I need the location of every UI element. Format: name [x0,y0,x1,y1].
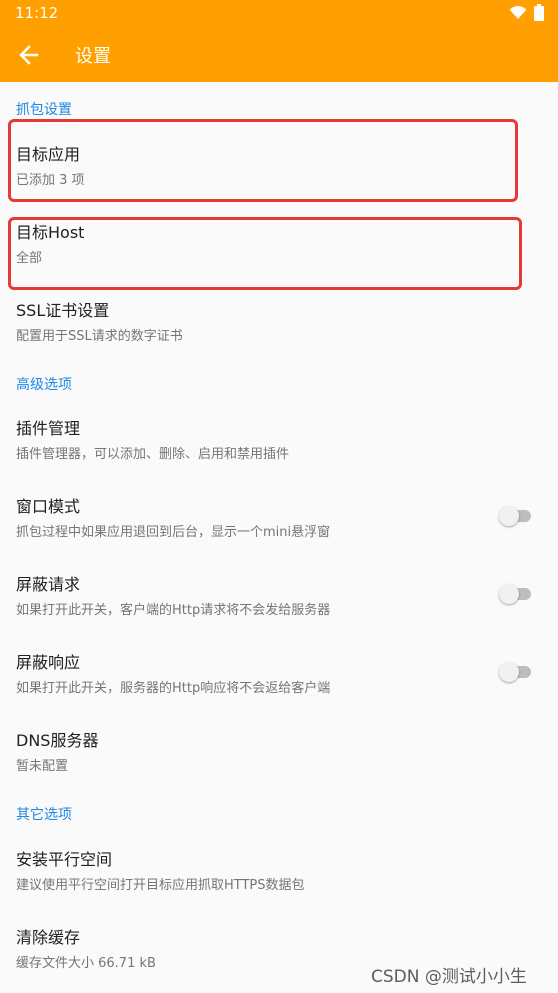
block-request-switch[interactable] [499,583,531,604]
pref-title: 屏蔽请求 [16,575,81,594]
status-time: 11:12 [15,4,59,22]
pref-summary: 缓存文件大小 66.71 kB [16,956,156,971]
pref-ssl-certificate[interactable]: SSL证书设置 配置用于SSL请求的数字证书 [0,297,558,369]
section-header-capture: 抓包设置 [16,102,72,118]
highlight-box-target-host [8,217,522,290]
pref-title: SSL证书设置 [16,301,110,320]
app-bar: 11:12 设置 [0,0,558,82]
pref-title: 窗口模式 [16,497,81,516]
pref-title: 清除缓存 [16,928,81,947]
pref-title: DNS服务器 [16,731,99,750]
section-header-other: 其它选项 [16,807,72,823]
pref-summary: 建议使用平行空间打开目标应用抓取HTTPS数据包 [16,878,305,893]
pref-summary: 配置用于SSL请求的数字证书 [16,329,183,344]
pref-summary: 如果打开此开关，客户端的Http请求将不会发给服务器 [16,603,331,618]
pref-summary: 抓包过程中如果应用退回到后台，显示一个mini悬浮窗 [16,525,331,540]
battery-icon [534,4,544,25]
pref-title: 插件管理 [16,419,81,438]
pref-summary: 如果打开此开关，服务器的Http响应将不会返给客户端 [16,681,331,696]
pref-dns-server[interactable]: DNS服务器 暂未配置 [0,727,558,799]
pref-parallel-space[interactable]: 安装平行空间 建议使用平行空间打开目标应用抓取HTTPS数据包 [0,846,558,918]
back-button[interactable] [14,40,44,70]
block-response-switch[interactable] [499,661,531,682]
arrow-left-icon [19,45,39,65]
watermark: CSDN @测试小小生 [371,967,527,987]
pref-summary: 插件管理器，可以添加、删除、启用和禁用插件 [16,447,290,462]
pref-title: 安装平行空间 [16,850,113,869]
pref-block-response[interactable]: 屏蔽响应 如果打开此开关，服务器的Http响应将不会返给客户端 [0,649,558,721]
pref-plugin-manager[interactable]: 插件管理 插件管理器，可以添加、删除、启用和禁用插件 [0,415,558,487]
section-header-advanced: 高级选项 [16,377,72,393]
wifi-icon [509,5,527,24]
pref-title: 屏蔽响应 [16,653,81,672]
pref-block-request[interactable]: 屏蔽请求 如果打开此开关，客户端的Http请求将不会发给服务器 [0,571,558,643]
status-bar: 11:12 [0,0,558,26]
pref-window-mode[interactable]: 窗口模式 抓包过程中如果应用退回到后台，显示一个mini悬浮窗 [0,493,558,565]
window-mode-switch[interactable] [499,505,531,526]
pref-summary: 暂未配置 [16,759,69,774]
highlight-box-target-app [8,119,518,202]
page-title: 设置 [75,46,111,67]
